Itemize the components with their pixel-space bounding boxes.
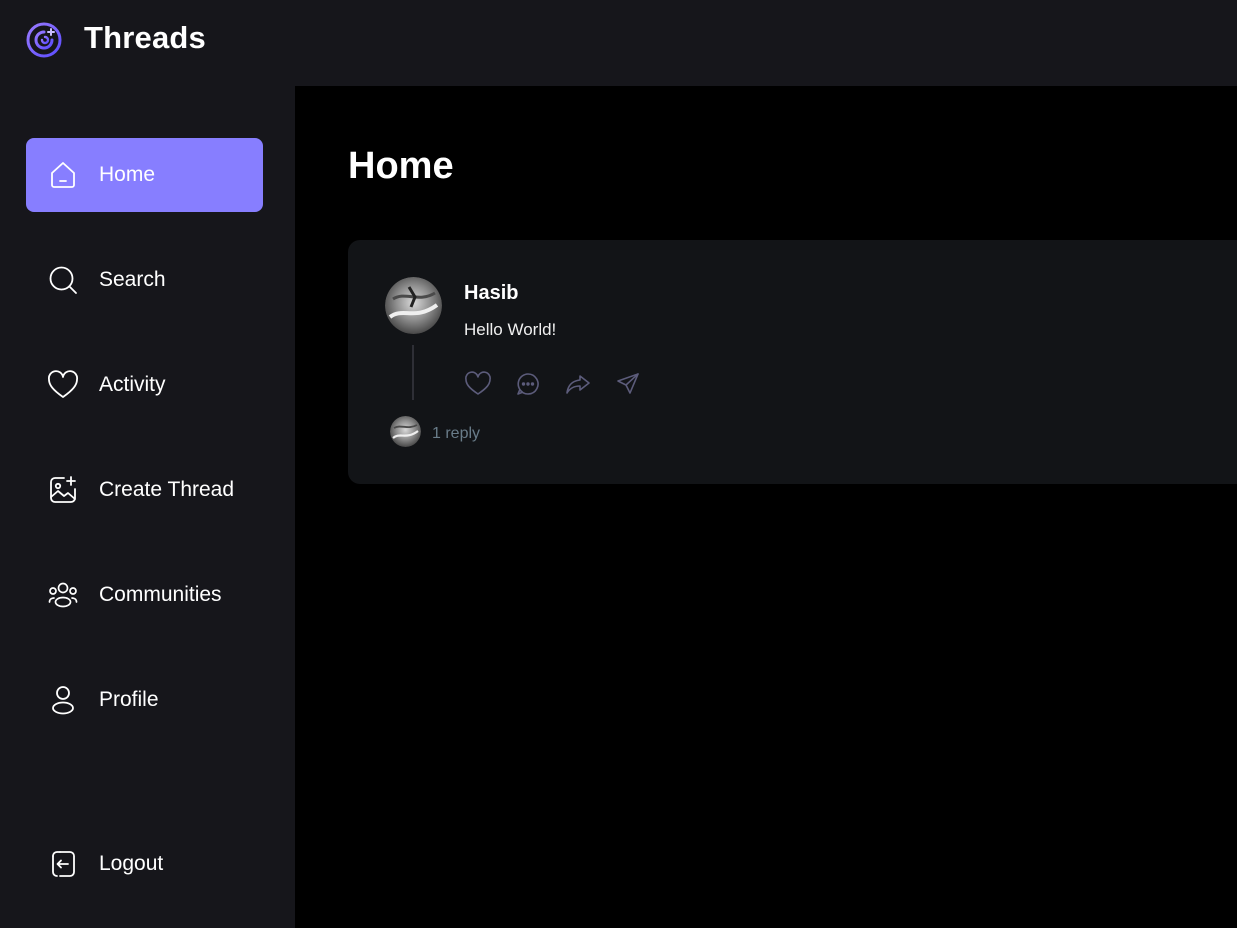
repost-icon[interactable] — [564, 370, 592, 398]
heart-icon — [46, 368, 80, 402]
page-title: Home — [348, 145, 454, 187]
logout-button[interactable]: Logout — [26, 827, 263, 901]
thread-actions — [464, 370, 642, 398]
share-icon[interactable] — [614, 370, 642, 398]
sidebar-item-search[interactable]: Search — [26, 243, 263, 317]
main-content: Home Hasib Hello World! 1 reply — [295, 86, 1237, 928]
avatar[interactable] — [385, 277, 442, 334]
threads-logo-icon[interactable] — [24, 20, 64, 60]
sidebar-item-activity[interactable]: Activity — [26, 348, 263, 422]
thread-card[interactable]: Hasib Hello World! 1 reply — [348, 240, 1237, 484]
sidebar-item-create-thread[interactable]: Create Thread — [26, 453, 263, 527]
logout-icon — [46, 847, 80, 881]
sidebar-item-profile[interactable]: Profile — [26, 663, 263, 737]
sidebar-item-label: Profile — [99, 688, 159, 711]
home-icon — [46, 158, 80, 192]
user-icon — [46, 683, 80, 717]
thread-author[interactable]: Hasib — [464, 281, 518, 305]
thread-content: Hello World! — [464, 320, 557, 339]
reply-avatar[interactable] — [390, 416, 421, 447]
sidebar-item-home[interactable]: Home — [26, 138, 263, 212]
heart-icon[interactable] — [464, 370, 492, 398]
reply-count-link[interactable]: 1 reply — [432, 425, 480, 443]
app-title: Threads — [84, 20, 206, 55]
sidebar-item-label: Create Thread — [99, 478, 235, 501]
sidebar-item-label: Activity — [99, 373, 166, 396]
sidebar-item-communities[interactable]: Communities — [26, 558, 263, 632]
sidebar-item-label: Search — [99, 268, 166, 291]
left-sidebar: Home Search Activity Create Thread Commu… — [0, 86, 295, 928]
create-image-icon — [46, 473, 80, 507]
sidebar-item-label: Communities — [99, 583, 222, 606]
sidebar-item-label: Home — [99, 163, 156, 186]
thread-connector-line — [412, 345, 414, 400]
search-icon — [46, 263, 80, 297]
communities-icon — [46, 578, 80, 612]
logout-label: Logout — [99, 852, 164, 875]
topbar: Threads — [0, 0, 1237, 86]
reply-icon[interactable] — [514, 370, 542, 398]
